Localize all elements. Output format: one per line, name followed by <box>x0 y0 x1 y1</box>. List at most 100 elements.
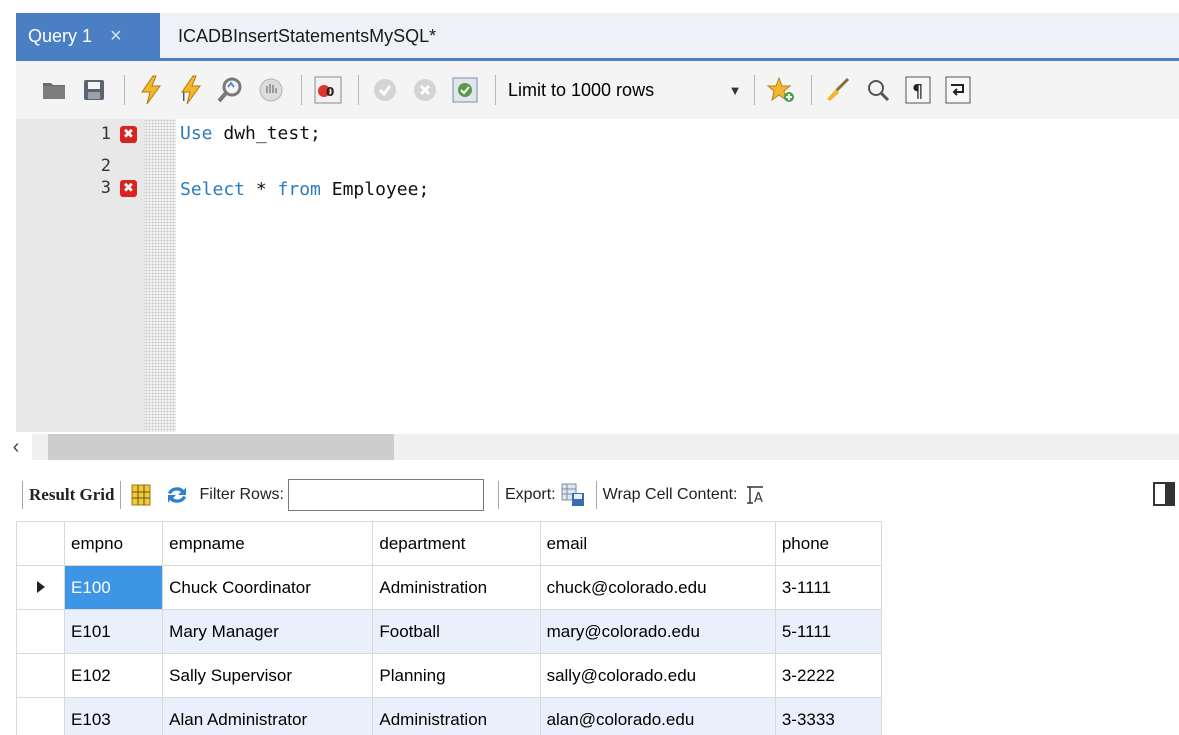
toolbar-separator <box>754 75 755 105</box>
row-header[interactable] <box>15 653 66 698</box>
tab-label: ICADBInsertStatementsMySQL* <box>178 26 437 46</box>
stop-icon[interactable] <box>253 72 289 108</box>
row-header[interactable] <box>15 609 66 654</box>
error-icon[interactable]: ✖ <box>120 180 137 197</box>
autocommit-icon[interactable] <box>447 72 483 108</box>
table-cell[interactable]: Administration <box>372 697 541 735</box>
svg-text:A: A <box>754 491 763 505</box>
table-cell[interactable]: 3-1111 <box>774 565 883 610</box>
table-cell[interactable]: mary@colorado.edu <box>539 609 776 654</box>
wrap-icon[interactable] <box>940 72 976 108</box>
explain-icon[interactable] <box>213 72 249 108</box>
result-toolbar: Result Grid Filter Rows: Export: Wrap Ce… <box>16 474 1179 516</box>
tab-bar: Query 1 × ICADBInsertStatementsMySQL* <box>0 0 1179 61</box>
column-header-empname[interactable]: empname <box>162 521 374 566</box>
current-row-indicator[interactable] <box>15 565 66 610</box>
execute-current-icon[interactable]: I <box>173 72 209 108</box>
svg-text:¶: ¶ <box>912 81 923 102</box>
table-row[interactable]: E101 Mary Manager Football mary@colorado… <box>15 609 883 654</box>
toolbar-separator <box>120 481 122 509</box>
svg-text:0: 0 <box>326 85 334 99</box>
scrollbar-thumb[interactable] <box>48 434 394 460</box>
sql-text: * <box>245 179 278 200</box>
chevron-down-icon[interactable]: ▼ <box>724 79 746 101</box>
row-header-corner <box>15 521 66 566</box>
tab-query-1[interactable]: Query 1 × <box>16 13 160 60</box>
save-icon[interactable] <box>76 72 112 108</box>
line-number-row: 2 <box>16 156 145 178</box>
table-cell[interactable]: Administration <box>372 565 541 610</box>
result-grid-label[interactable]: Result Grid <box>29 485 114 505</box>
table-cell[interactable]: Planning <box>372 653 541 698</box>
table-cell[interactable]: sally@colorado.edu <box>539 653 776 698</box>
query-toolbar: I 0 Limit to 1000 rows ▼ ¶ <box>16 61 1179 119</box>
scroll-left-icon[interactable]: ‹ <box>4 435 28 459</box>
wrap-cell-icon[interactable]: A <box>738 485 772 505</box>
toolbar-separator <box>595 481 597 509</box>
commit-icon[interactable] <box>367 72 403 108</box>
table-cell[interactable]: Mary Manager <box>162 609 374 654</box>
column-header-phone[interactable]: phone <box>774 521 883 566</box>
column-header-empno[interactable]: empno <box>64 521 164 566</box>
table-cell[interactable]: E101 <box>64 609 164 654</box>
line-number: 3 <box>100 178 111 198</box>
code-line[interactable]: Select * from Employee; <box>180 179 429 200</box>
toolbar-separator <box>124 75 125 105</box>
table-cell[interactable]: E100 <box>64 565 164 610</box>
export-icon[interactable] <box>556 483 590 507</box>
column-header-department[interactable]: department <box>372 521 541 566</box>
sql-text: Employee; <box>320 179 430 200</box>
table-cell[interactable]: Chuck Coordinator <box>162 565 374 610</box>
sql-editor[interactable]: 1 ✖ 2 3 ✖ Use dwh_test; Select * from Em… <box>16 119 1179 432</box>
error-icon[interactable]: ✖ <box>120 126 137 143</box>
line-number: 2 <box>100 156 111 176</box>
line-number-row: 3 ✖ <box>16 178 145 200</box>
table-row[interactable]: E102 Sally Supervisor Planning sally@col… <box>15 653 883 698</box>
find-icon[interactable] <box>860 72 896 108</box>
bookmark-icon[interactable] <box>763 72 799 108</box>
form-editor-icon[interactable] <box>127 484 155 506</box>
table-cell[interactable]: Sally Supervisor <box>162 653 374 698</box>
table-cell[interactable]: E103 <box>64 697 164 735</box>
table-cell[interactable]: 5-1111 <box>774 609 883 654</box>
close-icon[interactable]: × <box>110 25 122 48</box>
code-line[interactable]: Use dwh_test; <box>180 123 321 144</box>
table-cell[interactable]: Alan Administrator <box>162 697 374 735</box>
column-header-email[interactable]: email <box>539 521 776 566</box>
refresh-icon[interactable] <box>155 484 199 506</box>
line-number-row: 1 ✖ <box>16 124 145 146</box>
toggle-side-panel-icon[interactable] <box>1153 482 1175 506</box>
toolbar-separator <box>497 481 499 509</box>
limit-rows-select[interactable]: Limit to 1000 rows ▼ <box>508 73 746 107</box>
table-cell[interactable]: 3-2222 <box>774 653 883 698</box>
filter-rows-label: Filter Rows: <box>199 486 284 503</box>
open-folder-icon[interactable] <box>36 72 72 108</box>
sql-keyword: Select <box>180 179 246 200</box>
row-header[interactable] <box>15 697 66 735</box>
toggle-error-icon[interactable]: 0 <box>310 72 346 108</box>
table-cell[interactable]: E102 <box>64 653 164 698</box>
beautify-icon[interactable] <box>820 72 856 108</box>
rollback-icon[interactable] <box>407 72 443 108</box>
filter-rows-input[interactable] <box>287 479 484 511</box>
export-label: Export: <box>504 486 556 503</box>
table-cell[interactable]: alan@colorado.edu <box>539 697 776 735</box>
horizontal-scrollbar[interactable]: ‹ <box>0 432 1179 462</box>
execute-icon[interactable] <box>133 72 169 108</box>
table-cell[interactable]: Football <box>372 609 541 654</box>
table-cell[interactable]: chuck@colorado.edu <box>539 565 776 610</box>
svg-text:I: I <box>182 90 186 104</box>
tab-insert-statements[interactable]: ICADBInsertStatementsMySQL* <box>168 13 436 60</box>
limit-rows-label: Limit to 1000 rows <box>508 79 655 100</box>
table-cell[interactable]: 3-3333 <box>774 697 883 735</box>
current-row-icon <box>36 580 45 593</box>
table-row[interactable]: E100 Chuck Coordinator Administration ch… <box>15 565 883 610</box>
table-row[interactable]: E103 Alan Administrator Administration a… <box>15 697 883 735</box>
result-grid[interactable]: empno empname department email phone E10… <box>15 521 883 735</box>
sql-keyword: from <box>277 179 321 200</box>
line-number: 1 <box>100 124 111 144</box>
sql-keyword: Use <box>180 123 213 144</box>
sql-text: dwh_test; <box>212 123 321 144</box>
invisible-chars-icon[interactable]: ¶ <box>900 72 936 108</box>
toolbar-separator <box>22 481 23 509</box>
